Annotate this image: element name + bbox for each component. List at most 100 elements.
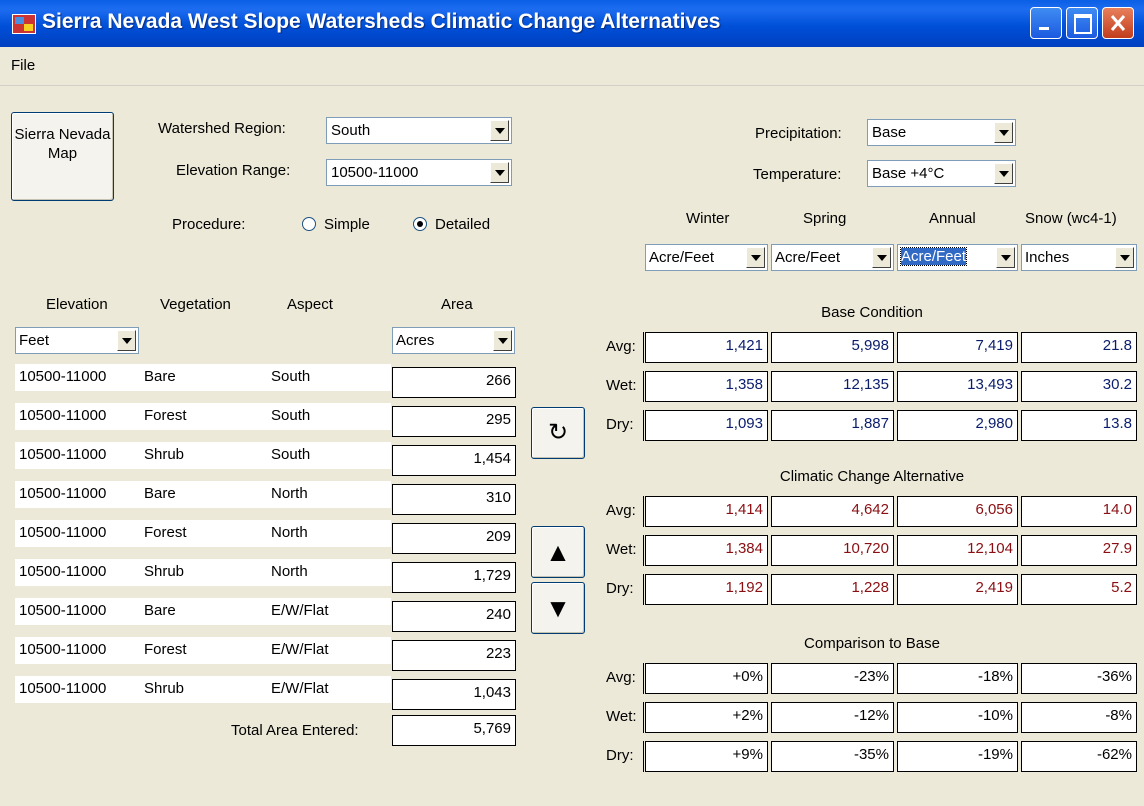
elevation-unit-select[interactable]: Feet: [15, 327, 139, 354]
row-aspect: South: [271, 407, 311, 424]
detailed-radio-label[interactable]: Detailed: [435, 216, 490, 233]
watershed-region-label: Watershed Region:: [158, 120, 286, 137]
season-header-snow: Snow (wc4-1): [1025, 210, 1117, 227]
season-header-annual: Annual: [929, 210, 976, 227]
temperature-value: Base +4°C: [872, 165, 945, 182]
procedure-label: Procedure:: [172, 216, 246, 233]
row-vegetation: Forest: [144, 524, 187, 541]
row-area-input[interactable]: 1,043: [392, 679, 516, 710]
column-header-aspect: Aspect: [287, 296, 333, 313]
column-header-vegetation: Vegetation: [160, 296, 231, 313]
elevation-range-value: 10500-11000: [331, 164, 419, 181]
row-label: Wet:: [606, 708, 637, 725]
row-aspect: E/W/Flat: [271, 641, 329, 658]
total-area-label: Total Area Entered:: [231, 722, 359, 739]
elevation-range-select[interactable]: 10500-11000: [326, 159, 512, 186]
chevron-down-icon[interactable]: [490, 162, 509, 183]
row-aspect: North: [271, 485, 308, 502]
spring-unit-value: Acre/Feet: [775, 249, 841, 266]
climatic-change-alternative-value: 1,384: [645, 535, 768, 566]
row-vegetation: Shrub: [144, 680, 185, 697]
maximize-button[interactable]: [1066, 7, 1098, 39]
row-area-input[interactable]: 1,454: [392, 445, 516, 476]
menu-file[interactable]: File: [11, 57, 35, 74]
base-condition-value: 1,358: [645, 371, 768, 402]
chevron-down-icon[interactable]: [994, 163, 1013, 184]
simple-radio[interactable]: [302, 217, 316, 231]
snow-unit-value: Inches: [1025, 249, 1070, 266]
app-icon: [12, 14, 36, 34]
row-aspect: North: [271, 524, 308, 541]
winter-unit-value: Acre/Feet: [649, 249, 715, 266]
up-arrow-icon: ▲: [545, 537, 571, 567]
row-vegetation: Shrub: [144, 446, 185, 463]
precipitation-select[interactable]: Base: [867, 119, 1016, 146]
chevron-down-icon[interactable]: [490, 120, 509, 141]
row-aspect: E/W/Flat: [271, 680, 329, 697]
simple-radio-label[interactable]: Simple: [324, 216, 370, 233]
maximize-icon: [1074, 14, 1092, 34]
row-area-input[interactable]: 266: [392, 367, 516, 398]
row-area-input[interactable]: 1,729: [392, 562, 516, 593]
row-label: Avg:: [606, 502, 636, 519]
annual-unit-select[interactable]: Acre/Feet: [897, 244, 1018, 271]
row-divider: [643, 574, 644, 605]
refresh-icon: ↻: [547, 419, 569, 446]
row-area-input[interactable]: 295: [392, 406, 516, 437]
temperature-select[interactable]: Base +4°C: [867, 160, 1016, 187]
row-area-input[interactable]: 310: [392, 484, 516, 515]
climatic-change-alternative-value: 1,414: [645, 496, 768, 527]
temperature-label: Temperature:: [753, 166, 842, 183]
detailed-radio[interactable]: [413, 217, 427, 231]
move-down-button[interactable]: ▼: [531, 582, 585, 634]
watershed-region-select[interactable]: South: [326, 117, 512, 144]
area-unit-select[interactable]: Acres: [392, 327, 515, 354]
row-divider: [643, 410, 644, 441]
row-label: Avg:: [606, 669, 636, 686]
comparison-to-base-value: -23%: [771, 663, 894, 694]
row-area-input[interactable]: 209: [392, 523, 516, 554]
winter-unit-select[interactable]: Acre/Feet: [645, 244, 768, 271]
column-header-elevation: Elevation: [46, 296, 108, 313]
row-aspect: E/W/Flat: [271, 602, 329, 619]
row-vegetation: Shrub: [144, 563, 185, 580]
base-condition-value: 7,419: [897, 332, 1018, 363]
row-label: Dry:: [606, 416, 634, 433]
spring-unit-select[interactable]: Acre/Feet: [771, 244, 894, 271]
comparison-to-base-value: -19%: [897, 741, 1018, 772]
comparison-to-base-value: -36%: [1021, 663, 1137, 694]
row-vegetation: Forest: [144, 407, 187, 424]
chevron-down-icon[interactable]: [746, 247, 765, 268]
chevron-down-icon[interactable]: [996, 247, 1015, 268]
precipitation-label: Precipitation:: [755, 125, 842, 142]
chevron-down-icon[interactable]: [1115, 247, 1134, 268]
season-header-winter: Winter: [686, 210, 730, 227]
refresh-button[interactable]: ↻: [531, 407, 585, 459]
chevron-down-icon[interactable]: [994, 122, 1013, 143]
chevron-down-icon[interactable]: [493, 330, 512, 351]
move-up-button[interactable]: ▲: [531, 526, 585, 578]
comparison-to-base-value: -12%: [771, 702, 894, 733]
row-divider: [643, 332, 644, 363]
minimize-button[interactable]: [1030, 7, 1062, 39]
chevron-down-icon[interactable]: [117, 330, 136, 351]
base-condition-value: 13.8: [1021, 410, 1137, 441]
row-label: Dry:: [606, 580, 634, 597]
area-unit-value: Acres: [396, 332, 435, 349]
row-divider: [643, 496, 644, 527]
minimize-icon: [1039, 27, 1049, 30]
snow-unit-select[interactable]: Inches: [1021, 244, 1137, 271]
chevron-down-icon[interactable]: [872, 247, 891, 268]
row-aspect: South: [271, 446, 311, 463]
row-area-input[interactable]: 223: [392, 640, 516, 671]
climatic-change-alternative-value: 14.0: [1021, 496, 1137, 527]
watershed-region-value: South: [331, 122, 371, 139]
comparison-to-base-value: +0%: [645, 663, 768, 694]
close-button[interactable]: [1102, 7, 1134, 39]
title-bar[interactable]: Sierra Nevada West Slope Watersheds Clim…: [0, 0, 1144, 47]
base-condition-value: 21.8: [1021, 332, 1137, 363]
base-condition-value: 5,998: [771, 332, 894, 363]
sierra-nevada-map-button[interactable]: Sierra Nevada Map: [11, 112, 114, 201]
base-condition-value: 12,135: [771, 371, 894, 402]
row-area-input[interactable]: 240: [392, 601, 516, 632]
